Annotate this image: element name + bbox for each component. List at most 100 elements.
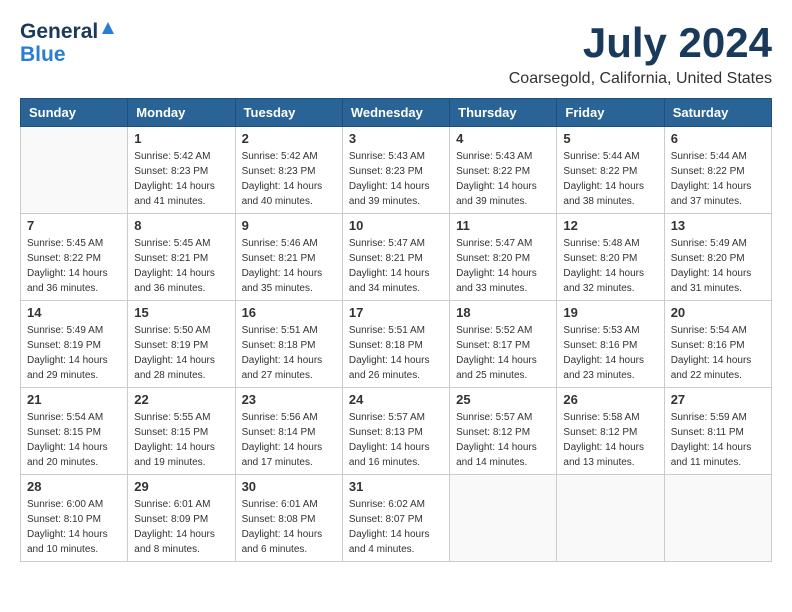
calendar-cell: 11Sunrise: 5:47 AMSunset: 8:20 PMDayligh… [450, 214, 557, 301]
day-number: 4 [456, 131, 550, 146]
day-number: 20 [671, 305, 765, 320]
calendar-cell: 23 Sunrise: 5:56 AMSunset: 8:14 PMDayligh… [235, 388, 342, 475]
calendar-cell: 27Sunrise: 5:59 AMSunset: 8:11 PMDayligh… [664, 388, 771, 475]
calendar-cell: 22Sunrise: 5:55 AMSunset: 8:15 PMDayligh… [128, 388, 235, 475]
calendar-cell: 30Sunrise: 6:01 AMSunset: 8:08 PMDayligh… [235, 475, 342, 562]
day-number: 12 [563, 218, 657, 233]
calendar-cell: 25Sunrise: 5:57 AMSunset: 8:12 PMDayligh… [450, 388, 557, 475]
calendar-cell [557, 475, 664, 562]
logo-triangle-icon [101, 21, 115, 40]
calendar-cell: 12 Sunrise: 5:48 AMSunset: 8:20 PMDayligh… [557, 214, 664, 301]
calendar-header-saturday: Saturday [664, 99, 771, 127]
calendar-cell: 2 Sunrise: 5:42 AMSunset: 8:23 PMDaylight… [235, 127, 342, 214]
day-number: 15 [134, 305, 228, 320]
day-info: Sunrise: 5:54 AMSunset: 8:16 PMDaylight:… [671, 323, 765, 383]
day-info: Sunrise: 5:57 AMSunset: 8:13 PMDaylight:… [349, 410, 443, 470]
calendar-header-tuesday: Tuesday [235, 99, 342, 127]
day-number: 2 [242, 131, 336, 146]
calendar-week-row: 21Sunrise: 5:54 AMSunset: 8:15 PMDayligh… [21, 388, 772, 475]
calendar-cell: 18 Sunrise: 5:52 AMSunset: 8:17 PMDayligh… [450, 301, 557, 388]
day-number: 16 [242, 305, 336, 320]
calendar-cell: 10Sunrise: 5:47 AMSunset: 8:21 PMDayligh… [342, 214, 449, 301]
logo-general: General [20, 20, 98, 44]
day-number: 30 [242, 479, 336, 494]
calendar-cell: 13Sunrise: 5:49 AMSunset: 8:20 PMDayligh… [664, 214, 771, 301]
calendar-cell: 16 Sunrise: 5:51 AMSunset: 8:18 PMDayligh… [235, 301, 342, 388]
calendar-cell: 31 Sunrise: 6:02 AMSunset: 8:07 PMDayligh… [342, 475, 449, 562]
calendar-week-row: 7 Sunrise: 5:45 AMSunset: 8:22 PMDaylight… [21, 214, 772, 301]
calendar-cell: 21Sunrise: 5:54 AMSunset: 8:15 PMDayligh… [21, 388, 128, 475]
calendar-cell: 5 Sunrise: 5:44 AMSunset: 8:22 PMDaylight… [557, 127, 664, 214]
calendar-cell: 15 Sunrise: 5:50 AMSunset: 8:19 PMDayligh… [128, 301, 235, 388]
calendar-cell: 9 Sunrise: 5:46 AMSunset: 8:21 PMDaylight… [235, 214, 342, 301]
day-number: 27 [671, 392, 765, 407]
day-number: 14 [27, 305, 121, 320]
day-number: 26 [563, 392, 657, 407]
day-number: 5 [563, 131, 657, 146]
day-info: Sunrise: 5:51 AMSunset: 8:18 PMDaylight:… [242, 323, 336, 383]
day-info: Sunrise: 5:43 AMSunset: 8:23 PMDaylight:… [349, 149, 443, 209]
day-info: Sunrise: 5:47 AMSunset: 8:21 PMDaylight:… [349, 236, 443, 296]
calendar-cell: 24 Sunrise: 5:57 AMSunset: 8:13 PMDayligh… [342, 388, 449, 475]
calendar-header-monday: Monday [128, 99, 235, 127]
day-info: Sunrise: 5:44 AMSunset: 8:22 PMDaylight:… [563, 149, 657, 209]
day-info: Sunrise: 5:49 AMSunset: 8:20 PMDaylight:… [671, 236, 765, 296]
day-info: Sunrise: 6:00 AMSunset: 8:10 PMDaylight:… [27, 497, 121, 557]
calendar-cell [664, 475, 771, 562]
calendar-cell: 1 Sunrise: 5:42 AMSunset: 8:23 PMDaylight… [128, 127, 235, 214]
day-info: Sunrise: 6:01 AMSunset: 8:09 PMDaylight:… [134, 497, 228, 557]
day-number: 1 [134, 131, 228, 146]
day-info: Sunrise: 5:57 AMSunset: 8:12 PMDaylight:… [456, 410, 550, 470]
location-subtitle: Coarsegold, California, United States [509, 70, 772, 88]
calendar-table: SundayMondayTuesdayWednesdayThursdayFrid… [20, 98, 772, 562]
calendar-week-row: 14Sunrise: 5:49 AMSunset: 8:19 PMDayligh… [21, 301, 772, 388]
day-number: 7 [27, 218, 121, 233]
calendar-cell: 28Sunrise: 6:00 AMSunset: 8:10 PMDayligh… [21, 475, 128, 562]
day-info: Sunrise: 5:44 AMSunset: 8:22 PMDaylight:… [671, 149, 765, 209]
calendar-cell: 17Sunrise: 5:51 AMSunset: 8:18 PMDayligh… [342, 301, 449, 388]
day-number: 6 [671, 131, 765, 146]
day-info: Sunrise: 5:58 AMSunset: 8:12 PMDaylight:… [563, 410, 657, 470]
day-info: Sunrise: 5:51 AMSunset: 8:18 PMDaylight:… [349, 323, 443, 383]
calendar-cell: 6 Sunrise: 5:44 AMSunset: 8:22 PMDaylight… [664, 127, 771, 214]
day-info: Sunrise: 5:45 AMSunset: 8:22 PMDaylight:… [27, 236, 121, 296]
day-number: 18 [456, 305, 550, 320]
calendar-header-thursday: Thursday [450, 99, 557, 127]
day-number: 24 [349, 392, 443, 407]
day-info: Sunrise: 5:47 AMSunset: 8:20 PMDaylight:… [456, 236, 550, 296]
calendar-week-row: 1 Sunrise: 5:42 AMSunset: 8:23 PMDaylight… [21, 127, 772, 214]
day-info: Sunrise: 5:42 AMSunset: 8:23 PMDaylight:… [134, 149, 228, 209]
day-info: Sunrise: 5:42 AMSunset: 8:23 PMDaylight:… [242, 149, 336, 209]
day-info: Sunrise: 5:46 AMSunset: 8:21 PMDaylight:… [242, 236, 336, 296]
day-number: 23 [242, 392, 336, 407]
calendar-cell: 26 Sunrise: 5:58 AMSunset: 8:12 PMDayligh… [557, 388, 664, 475]
calendar-cell [21, 127, 128, 214]
calendar-cell: 7 Sunrise: 5:45 AMSunset: 8:22 PMDaylight… [21, 214, 128, 301]
calendar-cell: 14Sunrise: 5:49 AMSunset: 8:19 PMDayligh… [21, 301, 128, 388]
calendar-header-wednesday: Wednesday [342, 99, 449, 127]
calendar-header-sunday: Sunday [21, 99, 128, 127]
day-number: 31 [349, 479, 443, 494]
day-info: Sunrise: 5:43 AMSunset: 8:22 PMDaylight:… [456, 149, 550, 209]
calendar-cell: 3 Sunrise: 5:43 AMSunset: 8:23 PMDaylight… [342, 127, 449, 214]
day-info: Sunrise: 5:50 AMSunset: 8:19 PMDaylight:… [134, 323, 228, 383]
day-info: Sunrise: 5:52 AMSunset: 8:17 PMDaylight:… [456, 323, 550, 383]
calendar-cell: 19Sunrise: 5:53 AMSunset: 8:16 PMDayligh… [557, 301, 664, 388]
calendar-week-row: 28Sunrise: 6:00 AMSunset: 8:10 PMDayligh… [21, 475, 772, 562]
day-info: Sunrise: 5:53 AMSunset: 8:16 PMDaylight:… [563, 323, 657, 383]
calendar-header-friday: Friday [557, 99, 664, 127]
day-info: Sunrise: 5:56 AMSunset: 8:14 PMDaylight:… [242, 410, 336, 470]
calendar-cell: 20 Sunrise: 5:54 AMSunset: 8:16 PMDayligh… [664, 301, 771, 388]
day-info: Sunrise: 5:54 AMSunset: 8:15 PMDaylight:… [27, 410, 121, 470]
day-number: 8 [134, 218, 228, 233]
month-year-title: July 2024 [509, 20, 772, 66]
day-number: 3 [349, 131, 443, 146]
page-header: General Blue July 2024 Coarsegold, Calif… [20, 20, 772, 88]
day-number: 9 [242, 218, 336, 233]
calendar-cell: 8Sunrise: 5:45 AMSunset: 8:21 PMDaylight… [128, 214, 235, 301]
day-info: Sunrise: 5:55 AMSunset: 8:15 PMDaylight:… [134, 410, 228, 470]
calendar-cell: 29Sunrise: 6:01 AMSunset: 8:09 PMDayligh… [128, 475, 235, 562]
day-info: Sunrise: 6:02 AMSunset: 8:07 PMDaylight:… [349, 497, 443, 557]
logo: General Blue [20, 20, 115, 65]
day-info: Sunrise: 5:48 AMSunset: 8:20 PMDaylight:… [563, 236, 657, 296]
